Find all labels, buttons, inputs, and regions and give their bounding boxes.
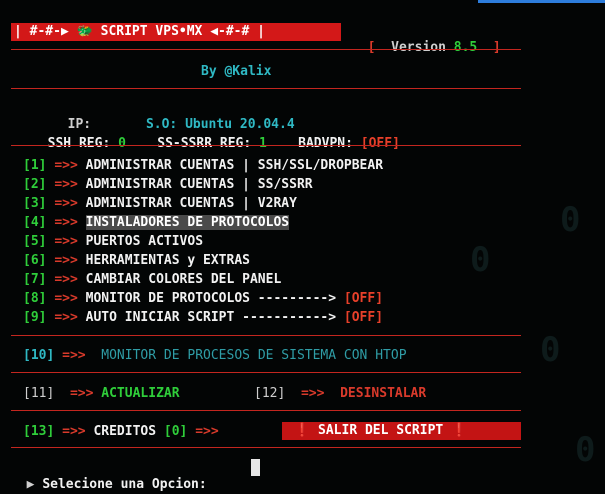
divider xyxy=(11,410,521,411)
menu-arrow: =>> xyxy=(195,424,219,439)
menu-arrow: =>> xyxy=(300,386,325,401)
menu-arrow: =>> xyxy=(54,177,78,192)
script-title: | #-#-▶ 🐲 SCRIPT VPS•MX ◀-#-# | xyxy=(14,24,265,39)
menu-item-number: [4] xyxy=(23,215,47,230)
menu-arrow: =>> xyxy=(54,215,78,230)
menu-item-12[interactable]: [12] =>> DESINSTALAR xyxy=(254,386,426,402)
badvpn-status: [OFF] xyxy=(360,136,400,151)
menu-item-3[interactable]: [3] =>> ADMINISTRAR CUENTAS | V2RAY xyxy=(23,196,297,212)
menu-item-number: [1] xyxy=(23,158,47,173)
exit-script-button[interactable]: ❗ SALIR DEL SCRIPT ❗ xyxy=(282,422,521,440)
menu-item-number: [3] xyxy=(23,196,47,211)
menu-item-9[interactable]: [9] =>> AUTO INICIAR SCRIPT ----------->… xyxy=(23,310,383,326)
version-label: Version xyxy=(391,40,446,55)
prompt-arrow-icon: ▶ xyxy=(26,477,35,492)
menu-item-label: ACTUALIZAR xyxy=(101,386,180,401)
menu-item-label: ADMINISTRAR CUENTAS | SSH/SSL/DROPBEAR xyxy=(85,158,384,173)
menu-item-2[interactable]: [2] =>> ADMINISTRAR CUENTAS | SS/SSRR xyxy=(23,177,313,193)
option-prompt: ▶ Selecione una Opcion: xyxy=(11,461,207,493)
menu-item-1[interactable]: [1] =>> ADMINISTRAR CUENTAS | SSH/SSL/DR… xyxy=(23,158,383,174)
menu-item-label: CREDITOS xyxy=(93,424,157,439)
divider xyxy=(11,335,521,336)
menu-arrow: =>> xyxy=(69,386,94,401)
menu-item-label: MONITOR DE PROCESOS DE SISTEMA CON HTOP xyxy=(101,348,407,363)
menu-item-8[interactable]: [8] =>> MONITOR DE PROTOCOLOS --------->… xyxy=(23,291,383,307)
menu-arrow: =>> xyxy=(54,272,78,287)
divider xyxy=(11,49,521,50)
menu-item-number: [10] xyxy=(23,348,55,363)
terminal-input-cursor[interactable] xyxy=(251,459,260,476)
menu-item-number: [2] xyxy=(23,177,47,192)
menu-item-7[interactable]: [7] =>> CAMBIAR COLORES DEL PANEL xyxy=(23,272,281,288)
menu-item-11[interactable]: [11] =>> ACTUALIZAR xyxy=(23,386,180,402)
menu-item-number: [12] xyxy=(254,386,286,401)
version-bracket-open: [ xyxy=(367,40,376,55)
window-top-accent xyxy=(478,0,605,3)
version-value: 8.5 xyxy=(453,40,478,55)
prompt-label: Selecione una Opcion: xyxy=(42,477,207,492)
autostart-status: [OFF] xyxy=(343,310,384,325)
system-info-line-2: SSH REG: 0 SS-SSRR REG: 1 BADVPN: [OFF] xyxy=(32,120,400,152)
background-code-decoration: 0 xyxy=(575,430,596,470)
monitor-status: [OFF] xyxy=(343,291,384,306)
divider xyxy=(11,145,521,146)
menu-item-label: PUERTOS ACTIVOS xyxy=(85,234,204,249)
background-code-decoration: 0 xyxy=(540,330,561,370)
menu-arrow: =>> xyxy=(62,348,86,363)
version-info: [ Version 8.5 ] xyxy=(352,24,501,56)
exit-item-number: [0] xyxy=(163,424,188,439)
menu-arrow: =>> xyxy=(54,253,78,268)
menu-item-label-highlighted: INSTALADORES DE PROTOCOLOS xyxy=(85,215,290,230)
menu-item-label: AUTO INICIAR SCRIPT -----------> xyxy=(85,310,337,325)
menu-item-number: [7] xyxy=(23,272,47,287)
ssh-reg-label: SSH REG: xyxy=(47,136,111,151)
menu-item-number: [13] xyxy=(23,424,55,439)
menu-item-label: HERRAMIENTAS y EXTRAS xyxy=(85,253,250,268)
menu-item-label: ADMINISTRAR CUENTAS | V2RAY xyxy=(85,196,297,211)
menu-item-4[interactable]: [4] =>> INSTALADORES DE PROTOCOLOS xyxy=(23,215,290,231)
menu-item-5[interactable]: [5] =>> PUERTOS ACTIVOS xyxy=(23,234,203,250)
menu-item-number: [11] xyxy=(23,386,55,401)
divider xyxy=(11,372,521,373)
background-code-decoration: 0 xyxy=(470,240,491,280)
menu-arrow: =>> xyxy=(54,291,78,306)
exit-script-label: ❗ SALIR DEL SCRIPT ❗ xyxy=(294,423,468,438)
menu-item-label: DESINSTALAR xyxy=(340,386,427,401)
menu-item-number: [5] xyxy=(23,234,47,249)
menu-arrow: =>> xyxy=(54,310,78,325)
menu-item-label: MONITOR DE PROTOCOLOS ---------> xyxy=(85,291,337,306)
menu-item-label: ADMINISTRAR CUENTAS | SS/SSRR xyxy=(85,177,313,192)
menu-item-number: [6] xyxy=(23,253,47,268)
divider xyxy=(11,88,521,89)
menu-arrow: =>> xyxy=(54,234,78,249)
ssr-reg-value: 1 xyxy=(259,136,267,151)
menu-item-label: CAMBIAR COLORES DEL PANEL xyxy=(85,272,282,287)
menu-arrow: =>> xyxy=(62,424,86,439)
badvpn-label: BADVPN: xyxy=(298,136,353,151)
ssr-reg-label: SS-SSRR REG: xyxy=(157,136,252,151)
menu-item-number: [9] xyxy=(23,310,47,325)
menu-item-number: [8] xyxy=(23,291,47,306)
divider xyxy=(11,447,521,448)
background-code-decoration: 0 xyxy=(560,200,581,240)
author-credit: By @Kalix xyxy=(201,64,272,79)
script-title-banner: | #-#-▶ 🐲 SCRIPT VPS•MX ◀-#-# | xyxy=(11,23,341,41)
menu-item-10[interactable]: [10] =>> MONITOR DE PROCESOS DE SISTEMA … xyxy=(23,348,407,364)
ssh-reg-value: 0 xyxy=(118,136,126,151)
menu-arrow: =>> xyxy=(54,158,78,173)
version-bracket-close: ] xyxy=(492,40,501,55)
menu-item-6[interactable]: [6] =>> HERRAMIENTAS y EXTRAS xyxy=(23,253,250,269)
menu-arrow: =>> xyxy=(54,196,78,211)
menu-item-13[interactable]: [13] =>> CREDITOS [0] =>> xyxy=(23,424,219,440)
